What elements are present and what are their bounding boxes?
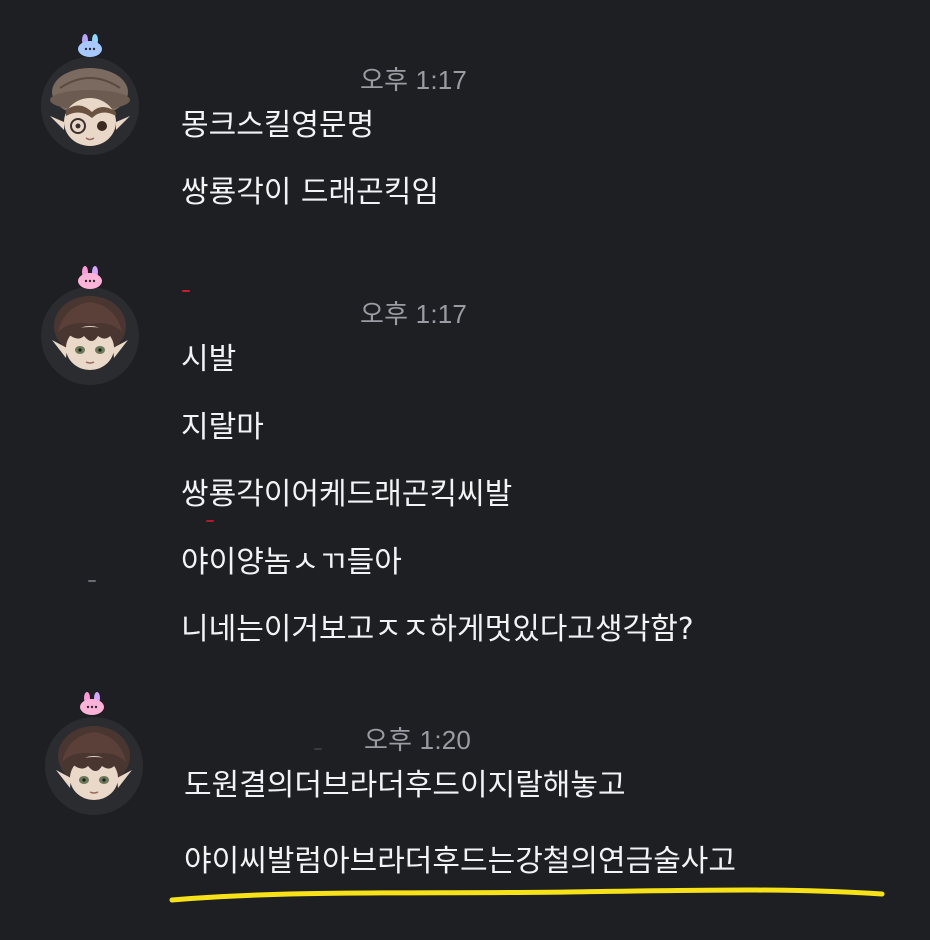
avatar-3[interactable] [44,692,144,816]
message-line: 니네는이거보고ㅈㅈ하게멋있다고생각함? [181,612,694,647]
message-line: 도원결의더브라더후드이지랄해놓고 [184,768,626,803]
avatar-2[interactable] [40,266,140,386]
message-timestamp: 오후 1:17 [360,65,468,95]
message-line: 쌍룡각이 드래곤킥임 [181,175,439,210]
avatar-dark-hair-character-icon [41,287,139,385]
message-line: 야이양놈ㅅㄲ들아 [181,545,402,580]
decorative-speck [206,520,214,522]
highlight-underline [169,887,885,903]
message-line: 몽크스킬영문명 [181,108,375,143]
message-line: 쌍룡각이어케드래곤킥씨발 [181,477,513,512]
bunny-badge-blue-icon [78,34,102,57]
avatar-1[interactable] [40,34,140,156]
bunny-badge-pink-icon [80,692,104,715]
message-line: 시발 [181,342,237,377]
message-timestamp: 오후 1:20 [364,725,472,755]
decorative-speck [182,290,190,292]
avatar-dark-hair-character-icon [45,717,143,815]
decorative-speck [314,748,322,750]
bunny-badge-pink-icon [78,266,102,289]
message-line: 야이씨발럼아브라더후드는강철의연금술사고 [184,844,736,879]
avatar-brown-hat-character-icon [41,57,139,155]
message-line: 지랄마 [181,410,264,445]
decorative-speck [88,580,96,582]
message-timestamp: 오후 1:17 [360,299,468,329]
